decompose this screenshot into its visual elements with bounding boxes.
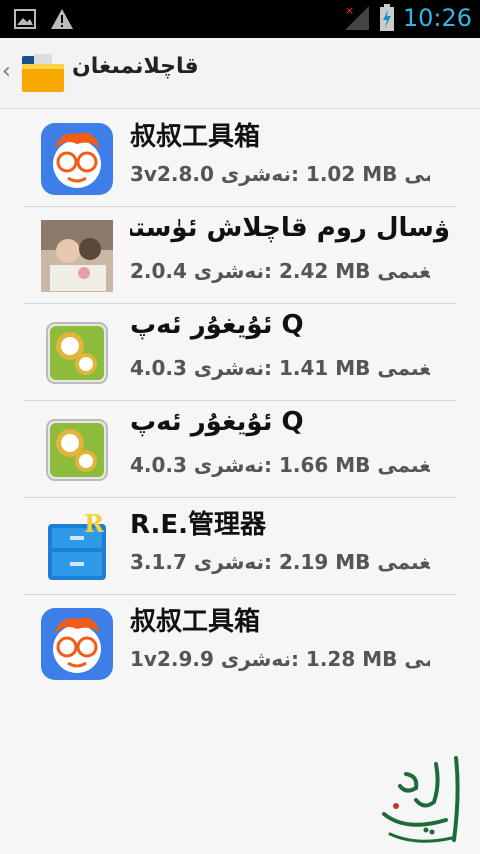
item-name: ۋسال روم قاچلاش ئۈستىسى [130, 213, 450, 243]
page-title: قاچلانمىغان [72, 54, 199, 79]
item-meta: 1v2.9.9 نەشرى: 1.28 MB سىغىمى: [130, 647, 430, 671]
folder-icon[interactable] [20, 52, 66, 94]
item-meta: 2.0.4 نەشرى: 2.42 MB سىغىمى: [130, 259, 430, 283]
clock: 10:26 [402, 4, 472, 32]
svg-text:×: × [345, 4, 354, 17]
uyghur-app-gear-icon [46, 419, 108, 481]
list-item[interactable]: 叔叔工具箱 1v2.9.9 نەشرى: 1.28 MB سىغىمى: [0, 595, 480, 692]
item-meta: 4.0.3 نەشرى: 1.41 MB سىغىمى: [130, 356, 430, 380]
list-item[interactable]: ۋسال روم قاچلاش ئۈستىسى 2.0.4 نەشرى: 2.4… [0, 207, 480, 304]
item-meta: 3.1.7 نەشرى: 2.19 MB سىغىمى: [130, 550, 430, 574]
calligraphy-watermark-logo [382, 756, 460, 843]
photo-couple-icon [41, 220, 113, 292]
item-name: 叔叔工具箱 [130, 607, 261, 637]
list-item[interactable]: ئۇيغۇر ئەپ Q 4.0.3 نەشرى: 1.66 MB سىغىمى… [0, 401, 480, 498]
item-name: R.E.管理器 [130, 510, 267, 540]
warning-icon [51, 9, 73, 29]
re-manager-icon: R [48, 510, 106, 580]
no-signal-icon: × [344, 4, 369, 30]
svg-text:R: R [84, 510, 105, 538]
image-icon [14, 9, 36, 29]
uncle-toolbox-icon [41, 123, 113, 195]
item-name: 叔叔工具箱 [130, 122, 261, 152]
status-bar: × 10:26 [0, 0, 480, 38]
back-chevron-icon[interactable]: ‹ [2, 60, 14, 84]
uyghur-app-gear-icon [46, 322, 108, 384]
action-bar: ‹ قاچلانمىغان [0, 38, 480, 109]
list-item[interactable]: 叔叔工具箱 3v2.8.0 نەشرى: 1.02 MB سىغىمى: [0, 110, 480, 207]
uncle-toolbox-icon [41, 608, 113, 680]
item-meta: 3v2.8.0 نەشرى: 1.02 MB سىغىمى: [130, 162, 430, 186]
battery-charging-icon [379, 4, 394, 31]
item-meta: 4.0.3 نەشرى: 1.66 MB سىغىمى: [130, 453, 430, 477]
list-item[interactable]: R R.E.管理器 3.1.7 نەشرى: 2.19 MB سىغىمى: [0, 498, 480, 595]
app-list: 叔叔工具箱 3v2.8.0 نەشرى: 1.02 MB سىغىمى: ۋسا… [0, 110, 480, 692]
list-item[interactable]: ئۇيغۇر ئەپ Q 4.0.3 نەشرى: 1.41 MB سىغىمى… [0, 304, 480, 401]
item-name: ئۇيغۇر ئەپ Q [130, 310, 304, 340]
item-name: ئۇيغۇر ئەپ Q [130, 407, 304, 437]
